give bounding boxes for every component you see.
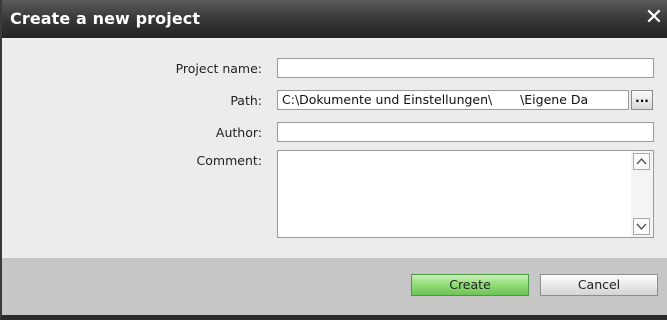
comment-textarea[interactable] xyxy=(277,150,654,238)
cancel-button[interactable]: Cancel xyxy=(540,274,658,296)
path-input[interactable]: C:\Dokumente und Einstellungen\ \Eigene … xyxy=(277,90,629,110)
dialog-body: Project name: Path: C:\Dokumente und Ein… xyxy=(2,38,667,258)
create-project-dialog: Create a new project ✕ Project name: Pat… xyxy=(0,0,667,320)
author-input[interactable] xyxy=(277,122,654,142)
close-icon[interactable]: ✕ xyxy=(643,6,665,30)
dialog-title: Create a new project xyxy=(10,9,201,28)
project-name-input[interactable] xyxy=(277,58,654,78)
path-label: Path: xyxy=(230,93,262,108)
author-label: Author: xyxy=(215,125,262,140)
comment-label: Comment: xyxy=(196,153,262,168)
comment-scrollbar[interactable] xyxy=(631,151,653,237)
dialog-footer: Create Cancel xyxy=(2,258,667,315)
chevron-down-icon[interactable] xyxy=(633,218,650,235)
browse-button[interactable]: ... xyxy=(631,90,653,110)
create-button[interactable]: Create xyxy=(411,274,529,296)
dialog-titlebar: Create a new project ✕ xyxy=(2,0,667,38)
project-name-label: Project name: xyxy=(175,61,262,76)
chevron-up-icon[interactable] xyxy=(633,153,650,170)
